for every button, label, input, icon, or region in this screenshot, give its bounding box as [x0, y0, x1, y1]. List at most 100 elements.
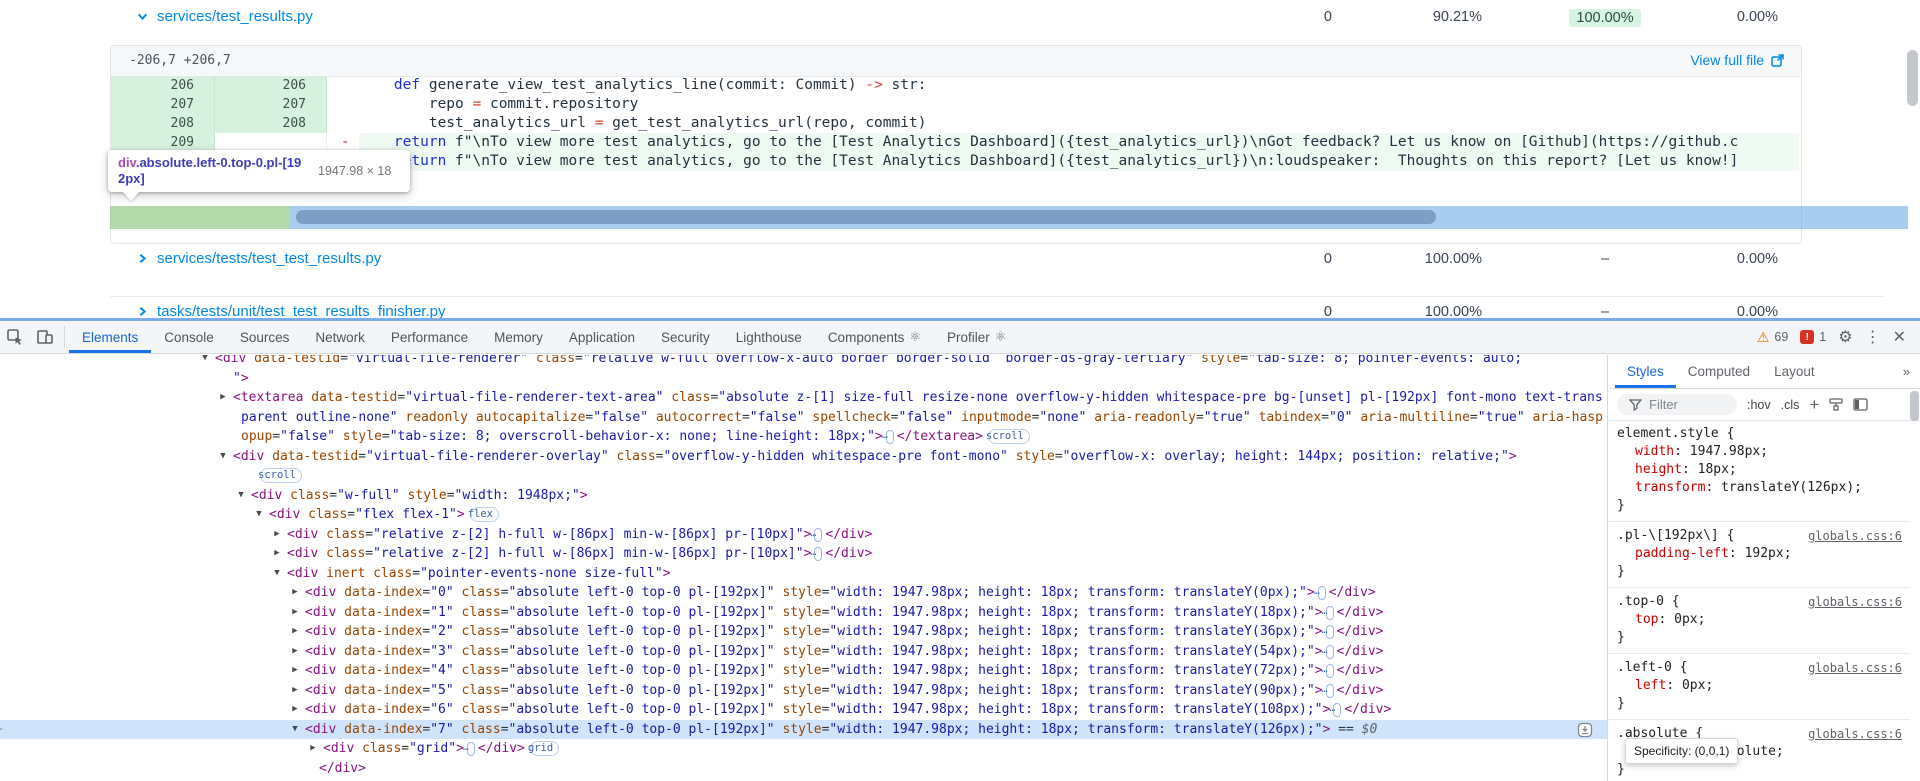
dom-tree-row[interactable]: ▼ <div data-testid="virtual-file-renderer…: [0, 355, 1607, 369]
css-property[interactable]: height: 18px;: [1617, 461, 1902, 479]
expand-arrow[interactable]: ▶: [289, 583, 301, 603]
css-source-link[interactable]: globals.css:6: [1808, 527, 1902, 545]
styles-tab-layout[interactable]: Layout: [1762, 355, 1827, 388]
dom-tree-row[interactable]: </div>: [0, 759, 1607, 779]
expand-arrow[interactable]: ▶: [289, 700, 301, 720]
tab-lighthouse[interactable]: Lighthouse: [723, 321, 815, 353]
expand-arrow[interactable]: ▼: [289, 720, 301, 740]
new-style-rule-button[interactable]: +: [1809, 396, 1819, 413]
expand-arrow[interactable]: ▶: [271, 544, 283, 564]
dom-tree-row[interactable]: ▶ <div data-index="6" class="absolute lef…: [0, 700, 1607, 720]
ellipsis-expander[interactable]: …: [463, 742, 475, 756]
chevron-down-icon[interactable]: [136, 10, 149, 23]
expand-arrow[interactable]: ▼: [271, 564, 283, 584]
dom-tree-row[interactable]: ▶ <div class="relative z-[2] h-full w-[86…: [0, 525, 1607, 545]
page-vscrollbar-thumb[interactable]: [1907, 50, 1918, 106]
settings-gear-icon[interactable]: ⚙: [1838, 327, 1852, 347]
styles-tab-computed[interactable]: Computed: [1676, 355, 1762, 388]
css-selector[interactable]: .top-0 {: [1617, 593, 1680, 611]
css-selector[interactable]: .left-0 {: [1617, 659, 1687, 677]
file-row[interactable]: services/tests/test_test_results.py 0 100.…: [0, 248, 1920, 272]
chevron-right-icon[interactable]: [136, 252, 149, 265]
expand-arrow[interactable]: ▶: [217, 388, 229, 408]
css-property[interactable]: padding-left: 192px;: [1617, 545, 1902, 563]
css-source-link[interactable]: globals.css:6: [1808, 659, 1902, 677]
adorner-badge[interactable]: scroll: [986, 429, 1030, 444]
issues-badge[interactable]: ! 1: [1800, 330, 1826, 344]
css-property[interactable]: position: absolute;Specificity: (0,0,1): [1617, 738, 1902, 764]
tab-profiler[interactable]: Profiler ⚛: [934, 321, 1019, 353]
ellipsis-expander[interactable]: …: [1322, 644, 1334, 659]
ellipsis-expander[interactable]: …: [1322, 625, 1334, 639]
tab-elements[interactable]: Elements: [69, 321, 151, 353]
dom-tree-row[interactable]: ▶ <div class="relative z-[2] h-full w-[86…: [0, 544, 1607, 564]
expand-arrow[interactable]: ▼: [217, 447, 229, 467]
expand-arrow[interactable]: ▼: [199, 355, 211, 369]
expand-arrow[interactable]: ▼: [253, 505, 265, 525]
file-link[interactable]: services/tests/test_test_results.py: [136, 250, 381, 267]
css-source-link[interactable]: globals.css:6: [1808, 593, 1902, 611]
dom-tree-row[interactable]: ▼ <div data-testid="virtual-file-renderer…: [0, 447, 1607, 467]
view-full-file-link[interactable]: View full file: [1690, 52, 1785, 68]
close-devtools-icon[interactable]: ✕: [1893, 327, 1906, 347]
dom-tree-row[interactable]: ▶ <div data-index="5" class="absolute lef…: [0, 681, 1607, 701]
scroll-into-view-icon[interactable]: [1577, 722, 1593, 738]
rendering-emulation-icon[interactable]: [1829, 398, 1843, 411]
tab-console[interactable]: Console: [151, 321, 227, 353]
dom-tree-row[interactable]: ▶ <div data-index="1" class="absolute lef…: [0, 603, 1607, 623]
dom-tree-row[interactable]: ▶ <textarea data-testid="virtual-file-ren…: [0, 388, 1607, 447]
css-source-link[interactable]: globals.css:6: [1808, 725, 1902, 743]
expand-arrow[interactable]: ▶: [271, 525, 283, 545]
css-property[interactable]: left: 0px;: [1617, 677, 1902, 695]
expand-arrow[interactable]: ▶: [289, 603, 301, 623]
chevron-right-icon[interactable]: [136, 305, 149, 318]
toggle-sidebar-icon[interactable]: [1853, 398, 1868, 411]
dom-tree-row[interactable]: ▼ <div class="w-full" style="width: 1948p…: [0, 486, 1607, 506]
dom-tree-row[interactable]: ">: [0, 369, 1607, 389]
adorner-badge[interactable]: flex: [468, 507, 499, 522]
expand-arrow[interactable]: ▶: [289, 661, 301, 681]
dom-tree-row[interactable]: ▶ <div data-index="4" class="absolute lef…: [0, 661, 1607, 681]
dom-tree-row[interactable]: ▶ <div data-index="3" class="absolute lef…: [0, 642, 1607, 662]
adorner-badge[interactable]: scroll: [258, 468, 302, 483]
tab-application[interactable]: Application: [556, 321, 648, 353]
ellipsis-expander[interactable]: …: [1322, 605, 1334, 620]
dom-tree-row[interactable]: ▼ <div inert class="pointer-events-none s…: [0, 564, 1607, 584]
dom-tree-row[interactable]: ▶ <div class="grid">… </div> grid: [0, 739, 1607, 759]
toggle-hover-state-button[interactable]: :hov: [1747, 398, 1771, 412]
styles-tab-styles[interactable]: Styles: [1615, 355, 1676, 388]
css-property[interactable]: top: 0px;: [1617, 611, 1902, 629]
kebab-menu-icon[interactable]: ⋮: [1865, 327, 1881, 347]
device-toolbar-icon[interactable]: [30, 325, 60, 349]
toggle-classes-button[interactable]: .cls: [1781, 398, 1800, 412]
ellipsis-expander[interactable]: …: [1322, 683, 1334, 698]
ellipsis-expander[interactable]: …: [882, 430, 894, 444]
css-selector[interactable]: .pl-\[192px\] {: [1617, 527, 1734, 545]
expand-arrow[interactable]: ▶: [307, 739, 319, 759]
dom-tree-row[interactable]: scroll: [0, 466, 1607, 486]
dom-tree-row[interactable]: ▶ <div data-index="0" class="absolute lef…: [0, 583, 1607, 603]
expand-arrow[interactable]: ▶: [289, 681, 301, 701]
ellipsis-expander[interactable]: …: [1314, 586, 1326, 600]
css-property[interactable]: width: 1947.98px;: [1617, 443, 1902, 461]
tab-components[interactable]: Components ⚛: [815, 321, 934, 353]
tab-security[interactable]: Security: [648, 321, 723, 353]
expand-arrow[interactable]: ▶: [289, 622, 301, 642]
styles-filter-input[interactable]: Filter: [1617, 394, 1737, 415]
ellipsis-expander[interactable]: …: [810, 527, 823, 542]
tab-memory[interactable]: Memory: [481, 321, 556, 353]
ellipsis-expander[interactable]: …: [1329, 703, 1342, 717]
tab-performance[interactable]: Performance: [378, 321, 481, 353]
file-row[interactable]: services/test_results.py 0 90.21% 100.00% 0.…: [0, 6, 1920, 30]
adorner-badge[interactable]: grid: [528, 741, 560, 756]
diff-hscrollbar-thumb[interactable]: [296, 210, 1436, 224]
dom-tree-row[interactable]: ▶ <div data-index="2" class="absolute lef…: [0, 622, 1607, 642]
css-property[interactable]: transform: translateY(126px);: [1617, 479, 1902, 497]
expand-arrow[interactable]: ▶: [289, 642, 301, 662]
inspect-element-icon[interactable]: [0, 325, 30, 349]
dom-tree-row[interactable]: ▼ <div data-index="7" class="absolute lef…: [0, 719, 1607, 740]
styles-scrollbar-thumb[interactable]: [1910, 391, 1919, 421]
ellipsis-expander[interactable]: …: [1322, 664, 1334, 678]
ellipsis-expander[interactable]: …: [810, 547, 823, 561]
more-tabs-icon[interactable]: »: [1893, 355, 1920, 388]
